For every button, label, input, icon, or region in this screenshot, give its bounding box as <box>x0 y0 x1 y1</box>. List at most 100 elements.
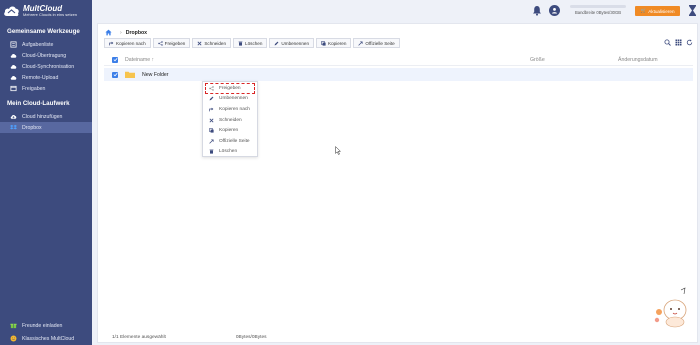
sidebar-item-label: Remote-Upload <box>22 74 59 81</box>
context-menu: Freigeben Umbenennen Kopieren nach Schne… <box>202 81 258 157</box>
search-icon[interactable] <box>664 39 671 46</box>
trash-icon <box>209 149 214 154</box>
column-header-date[interactable]: Änderungsdatum <box>618 57 658 63</box>
column-header-name[interactable]: Dateiname ↑ <box>125 57 530 63</box>
folder-icon <box>125 71 135 78</box>
context-menu-label: Löschen <box>219 149 238 155</box>
cloud-upload-icon <box>9 74 17 82</box>
toolbar: Kopieren nach Freigeben Schneiden Lösche… <box>104 38 402 48</box>
sidebar-item-label: Freigaben <box>22 85 46 92</box>
rename-button[interactable]: Umbenennen <box>269 38 315 48</box>
upgrade-label: Aktualisieren <box>648 8 675 14</box>
refresh-icon[interactable] <box>686 39 693 46</box>
sidebar-item-shares[interactable]: Freigaben <box>0 83 92 94</box>
official-page-label: Offizielle Seite <box>365 40 395 46</box>
context-menu-item-copy-to[interactable]: Kopieren nach <box>203 104 257 115</box>
top-header: Bandbreite 0Bytes/30GB 🛒 Aktualisieren <box>92 0 700 22</box>
context-menu-item-official-page[interactable]: Offizielle Seite <box>203 136 257 147</box>
sidebar-item-invite-friends[interactable]: Freunde einladen <box>0 319 92 332</box>
copy-icon <box>209 128 214 133</box>
copy-to-icon <box>109 41 114 45</box>
file-name[interactable]: New Folder <box>142 72 169 78</box>
sidebar-item-label: Cloud-Synchronisation <box>22 63 75 70</box>
context-menu-item-cut[interactable]: Schneiden <box>203 115 257 126</box>
list-icon <box>9 41 17 49</box>
delete-label: Löschen <box>245 40 263 46</box>
context-menu-item-share[interactable]: Freigeben <box>205 83 255 94</box>
table-row[interactable]: New Folder <box>104 68 693 81</box>
hourglass-icon[interactable] <box>688 4 697 17</box>
copy-label: Kopieren <box>328 40 347 46</box>
sidebar-item-label: Freunde einladen <box>22 322 63 329</box>
sidebar-item-dropbox[interactable]: Dropbox <box>0 122 92 133</box>
section-title-drive: Mein Cloud-Laufwerk <box>7 100 70 107</box>
sidebar-item-cloud-transfer[interactable]: Cloud-Übertragung <box>0 50 92 61</box>
breadcrumb-current[interactable]: Dropbox <box>126 30 147 36</box>
bandwidth-meter: Bandbreite 0Bytes/30GB <box>570 5 626 15</box>
sidebar-item-label: Dropbox <box>22 124 42 131</box>
upgrade-button[interactable]: 🛒 Aktualisieren <box>635 6 680 16</box>
home-icon[interactable] <box>105 29 112 36</box>
user-avatar[interactable] <box>549 5 560 16</box>
bell-icon[interactable] <box>532 5 542 16</box>
share-label: Freigeben <box>164 40 186 46</box>
official-page-button[interactable]: Offizielle Seite <box>353 38 400 48</box>
view-controls <box>660 39 693 46</box>
add-cloud-icon <box>9 113 17 121</box>
sidebar-item-cloud-sync[interactable]: Cloud-Synchronisation <box>0 61 92 72</box>
share-icon <box>209 86 214 91</box>
selection-status: 1/1 Elemente ausgewählt <box>112 335 166 340</box>
sidebar-item-remote-upload[interactable]: Remote-Upload <box>0 72 92 83</box>
app-subtitle: Mehrere Clouds in eins setzen <box>23 12 78 18</box>
context-menu-item-delete[interactable]: Löschen <box>203 147 257 158</box>
copy-to-button[interactable]: Kopieren nach <box>104 38 151 48</box>
external-link-icon <box>358 40 363 46</box>
cut-label: Schneiden <box>204 40 227 46</box>
smiley-icon <box>9 335 17 343</box>
pencil-icon <box>209 96 214 101</box>
context-menu-label: Schneiden <box>219 117 242 123</box>
multcloud-logo-icon <box>3 4 20 18</box>
row-checkbox[interactable] <box>112 71 118 78</box>
cut-icon <box>209 118 214 123</box>
context-menu-label: Kopieren <box>219 128 239 134</box>
gift-icon <box>9 322 17 330</box>
breadcrumb: › Dropbox <box>105 28 147 37</box>
sidebar-item-classic[interactable]: Klassisches MultCloud <box>0 332 92 345</box>
grid-view-icon[interactable] <box>675 39 682 46</box>
main-panel: › Dropbox Kopieren nach Freigeben Schnei… <box>97 23 698 343</box>
mouse-cursor-icon <box>335 146 341 155</box>
copy-to-label: Kopieren nach <box>116 40 146 46</box>
context-menu-item-rename[interactable]: Umbenennen <box>203 94 257 105</box>
select-all-checkbox[interactable] <box>112 56 118 63</box>
copy-button[interactable]: Kopieren <box>316 38 352 48</box>
cart-icon: 🛒 <box>640 8 647 13</box>
context-menu-label: Offizielle Seite <box>219 138 250 144</box>
sidebar-item-label: Aufgabenliste <box>22 41 54 48</box>
rename-label: Umbenennen <box>281 40 310 46</box>
mascot-icon[interactable] <box>651 284 691 328</box>
delete-button[interactable]: Löschen <box>233 38 268 48</box>
context-menu-item-copy[interactable]: Kopieren <box>203 125 257 136</box>
cloud-transfer-icon <box>9 52 17 60</box>
share-icon <box>9 85 17 93</box>
sidebar-item-label: Cloud hinzufügen <box>22 113 63 120</box>
pencil-icon <box>275 41 279 45</box>
sidebar-item-tasks[interactable]: Aufgabenliste <box>0 39 92 50</box>
sidebar-item-add-cloud[interactable]: Cloud hinzufügen <box>0 111 92 122</box>
share-icon <box>157 40 163 46</box>
share-button[interactable]: Freigeben <box>152 38 191 48</box>
cut-icon <box>197 41 202 45</box>
app-logo[interactable]: MultCloud Mehrere Clouds in eins setzen <box>0 0 92 22</box>
sidebar-item-label: Cloud-Übertragung <box>22 52 67 59</box>
sidebar: MultCloud Mehrere Clouds in eins setzen … <box>0 0 92 345</box>
copy-icon <box>321 40 326 46</box>
column-header-size[interactable]: Größe <box>530 57 618 63</box>
cloud-sync-icon <box>9 63 17 71</box>
cut-button[interactable]: Schneiden <box>192 38 232 48</box>
trash-icon <box>238 41 243 46</box>
size-status: 0Bytes/0Bytes <box>235 335 267 340</box>
breadcrumb-separator: › <box>120 29 122 36</box>
copy-to-icon <box>209 107 214 112</box>
context-menu-label: Freigeben <box>219 85 241 91</box>
